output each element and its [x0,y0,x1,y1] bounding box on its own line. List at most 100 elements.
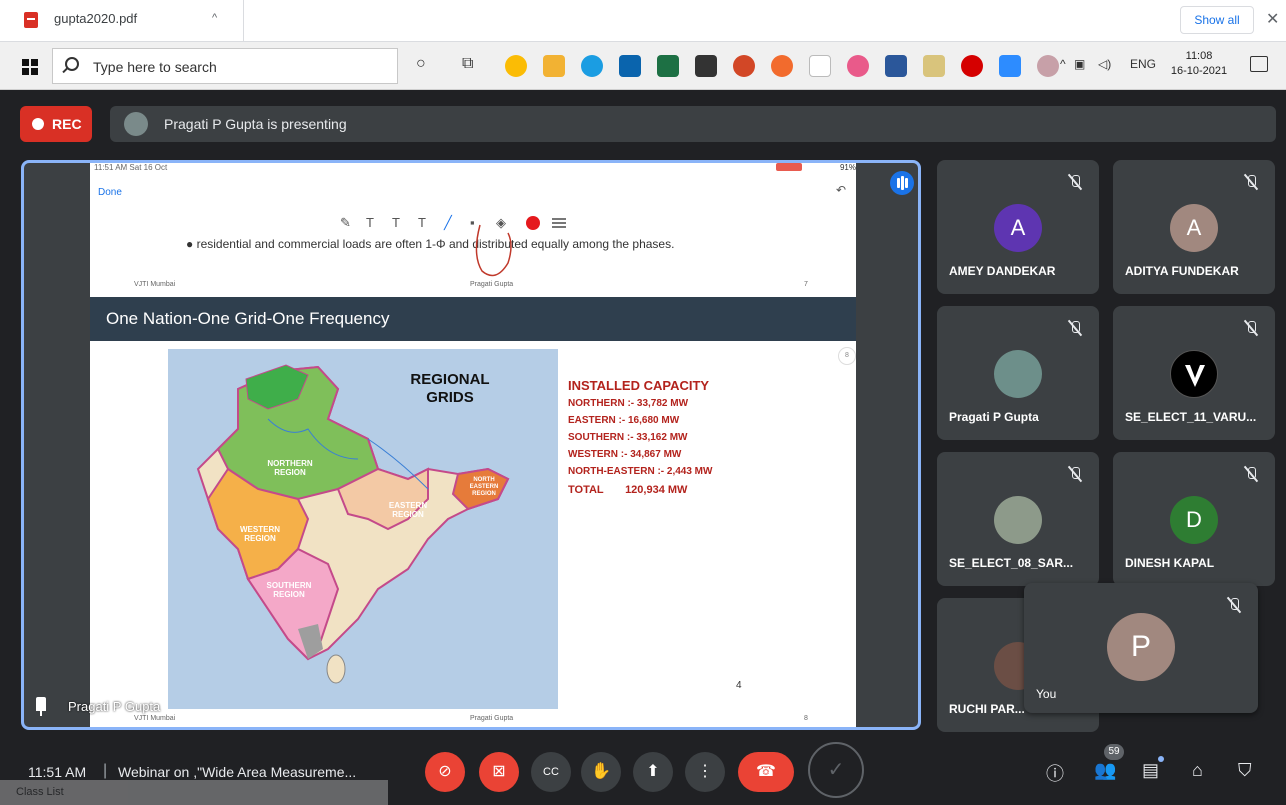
slide-page-number: 4 [736,680,742,691]
class-list-overlay[interactable]: Class List [0,780,388,805]
participant-tile[interactable]: SE_ELECT_08_SAR... [937,452,1099,586]
camera-toggle-button[interactable]: ⊠ [479,752,519,792]
red-color-icon[interactable] [526,216,540,230]
chrome-icon[interactable] [505,55,527,77]
recording-badge: REC [20,106,92,142]
opera-icon[interactable] [961,55,983,77]
word-icon[interactable] [885,55,907,77]
map-title-line2: GRIDS [426,389,474,406]
comment-tool-icon[interactable]: ▪ [470,215,475,230]
participant-name: Pragati P Gupta [949,410,1039,424]
raise-hand-button[interactable]: ✋ [581,752,621,792]
show-hidden-icons-icon[interactable]: ^ [1060,57,1066,71]
shared-slide: 11:51 AM Sat 16 Oct 91% Done ↶ ✎ T T T ╱… [90,163,856,727]
extension-button[interactable]: ✓ [808,742,864,798]
participant-tile[interactable]: A AMEY DANDEKAR [937,160,1099,294]
slide-title: One Nation-One Grid-One Frequency [106,309,390,328]
pin-icon[interactable] [36,697,46,716]
text-tool-icon[interactable]: T [366,215,374,230]
taskbar-clock[interactable]: 11:08 16-10-2021 [1166,49,1232,79]
mic-off-icon [1065,464,1085,484]
avatar-photo [994,350,1042,398]
text-tool-icon-3[interactable]: T [418,215,426,230]
region-label-north-eastern: NORTH EASTERN REGION [469,477,499,497]
avatar-logo [1170,350,1218,398]
volume-icon[interactable]: ◁) [1098,57,1111,71]
text-tool-icon-2[interactable]: T [392,215,400,230]
region-label-eastern: EASTERN REGION [388,501,428,519]
chevron-up-icon[interactable]: ^ [212,12,217,24]
search-input[interactable]: Type here to search [93,59,217,75]
participant-name: SE_ELECT_08_SAR... [949,556,1074,570]
windows-taskbar: Type here to search ○ ⧉ ^ ▣ ◁) ENG 11:08… [0,42,1286,90]
file-explorer-icon[interactable] [543,55,565,77]
show-all-button[interactable]: Show all [1180,6,1254,34]
mic-toggle-button[interactable]: ⊘ [425,752,465,792]
checkmark-icon: ✓ [827,759,845,781]
pen-tool-icon[interactable]: ✎ [340,215,351,231]
previous-slide-bullet: ● residential and commercial loads are o… [186,237,675,251]
paint3d-icon[interactable] [847,55,869,77]
network-icon[interactable]: ▣ [1074,57,1085,71]
more-options-button[interactable]: ⋮ [685,752,725,792]
download-item[interactable]: gupta2020.pdf ^ [0,0,244,42]
participant-tile[interactable]: SE_ELECT_11_VARU... [1113,306,1275,440]
cortana-icon[interactable]: ○ [416,55,426,73]
meeting-separator: | [103,762,108,779]
participant-tile[interactable]: D DINESH KAPAL [1113,452,1275,586]
powerpoint-icon[interactable] [733,55,755,77]
participant-name: ADITYA FUNDEKAR [1125,264,1239,278]
captions-button[interactable]: CC [531,752,571,792]
captions-icon: CC [543,766,559,778]
mail-icon[interactable] [619,55,641,77]
snip-icon[interactable] [1037,55,1059,77]
self-view-tile[interactable]: P You [1024,583,1258,713]
store-icon[interactable] [695,55,717,77]
people-icon[interactable]: 👥 [1094,760,1116,781]
language-indicator[interactable]: ENG [1130,57,1156,71]
task-view-icon[interactable]: ⧉ [462,55,473,73]
sketch-icon[interactable] [923,55,945,77]
leave-call-button[interactable]: ☎ [738,752,794,792]
capacity-total-label: TOTAL [568,484,604,496]
participant-count-badge: 59 [1104,744,1124,760]
eraser-tool-icon[interactable]: ◈ [496,215,506,231]
present-icon: ⬆ [646,763,660,780]
done-button[interactable]: Done [98,187,122,198]
capacity-title: INSTALLED CAPACITY [568,378,710,393]
info-icon[interactable]: ⓘ [1046,760,1064,786]
paint-icon[interactable] [771,55,793,77]
meeting-title: Webinar on ,"Wide Area Measureme... [118,764,357,780]
map-title: REGIONAL GRIDS [380,371,520,407]
side-page-number: 8 [838,347,856,365]
search-icon [65,57,79,71]
windows-start-icon[interactable] [22,59,38,75]
download-bar: gupta2020.pdf ^ Show all ✕ [0,0,1286,42]
map-title-line1: REGIONAL [410,371,490,388]
zoom-icon[interactable] [999,55,1021,77]
presenter-avatar [124,112,148,136]
region-label-western: WESTERN REGION [240,525,280,543]
notifications-icon[interactable] [1250,56,1268,72]
excel-icon[interactable] [657,55,679,77]
edge-icon[interactable] [581,55,603,77]
clock-time: 11:08 [1185,50,1213,62]
undo-icon[interactable]: ↶ [836,183,846,197]
participant-tile[interactable]: Pragati P Gupta [937,306,1099,440]
participant-tile[interactable]: A ADITYA FUNDEKAR [1113,160,1275,294]
hand-icon: ✋ [591,763,611,780]
more-vert-icon: ⋮ [697,763,713,780]
host-controls-icon[interactable]: ⛉ [1238,760,1252,781]
activities-icon[interactable]: ⌂ [1192,760,1203,781]
self-avatar: P [1107,613,1175,681]
taskbar-search-box[interactable]: Type here to search [52,48,398,84]
menu-lines-icon[interactable] [552,218,566,228]
close-icon[interactable]: ✕ [1266,9,1279,29]
chat-icon[interactable]: ▤ [1142,760,1159,781]
prev-footer-right: 7 [804,281,808,288]
notepad-icon[interactable] [809,55,831,77]
capacity-line: SOUTHERN :- 33,162 MW [568,432,688,443]
marker-tool-icon[interactable]: ╱ [444,215,452,231]
present-button[interactable]: ⬆ [633,752,673,792]
presentation-stage[interactable]: 11:51 AM Sat 16 Oct 91% Done ↶ ✎ T T T ╱… [21,160,921,730]
